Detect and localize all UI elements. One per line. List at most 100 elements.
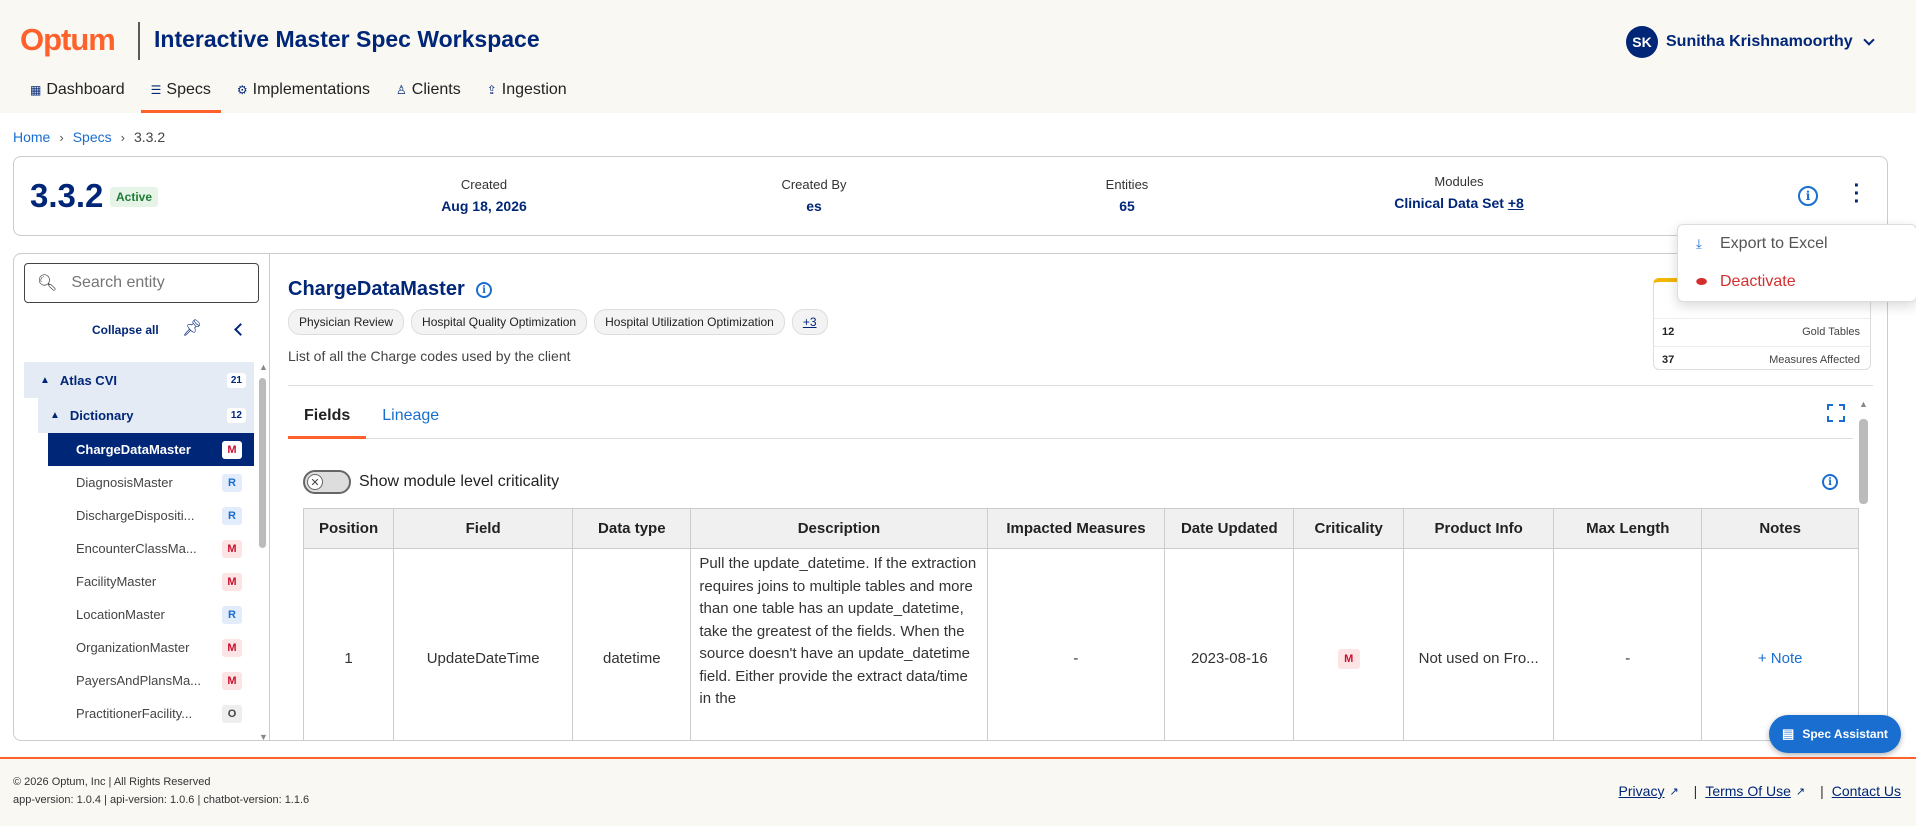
tree-item[interactable]: OrganizationMaster M — [24, 631, 254, 664]
menu-item-label: Deactivate — [1720, 273, 1796, 290]
pin-icon[interactable]: 📌︎ — [182, 318, 202, 338]
version-info: app-version: 1.0.4 | api-version: 1.0.6 … — [13, 794, 310, 806]
meta-created: Created Aug 18, 2026 — [424, 177, 544, 214]
privacy-link[interactable]: Privacy — [1619, 783, 1665, 799]
tree-group-atlas-cvi[interactable]: ▲ Atlas CVI 21 — [24, 362, 254, 398]
scroll-up-icon[interactable]: ▲ — [1859, 399, 1868, 409]
meta-label: Created By — [781, 177, 847, 192]
breadcrumb-home[interactable]: Home — [13, 129, 50, 145]
logo-divider — [138, 22, 140, 60]
tree-subgroup-dictionary[interactable]: ▲ Dictionary 12 — [38, 398, 254, 433]
stat-label: Measures Affected — [1769, 354, 1860, 366]
nav-dashboard[interactable]: ▦ Dashboard — [20, 78, 135, 113]
optum-logo[interactable]: Optum — [20, 22, 116, 58]
search-input[interactable] — [71, 274, 242, 292]
criticality-toggle[interactable]: ✕ — [303, 470, 351, 494]
cell-impacted-measures: - — [986, 548, 1166, 740]
tree-item[interactable]: PayersAndPlansMa... M — [24, 664, 254, 697]
separator: | — [1820, 783, 1824, 799]
scroll-down-icon[interactable]: ▼ — [259, 732, 268, 740]
sidebar-scrollbar[interactable]: ▲ ▼ — [259, 362, 268, 740]
tree-item[interactable]: FacilityMaster M — [24, 565, 254, 598]
count-badge: 12 — [226, 408, 246, 423]
modules-value: Clinical Data Set — [1394, 195, 1504, 211]
toggle-label: Show module level criticality — [359, 473, 560, 490]
stat-value: 12 — [1662, 326, 1675, 338]
contact-link[interactable]: Contact Us — [1832, 783, 1901, 799]
info-icon[interactable]: i — [476, 282, 492, 298]
download-icon: ⤓ — [1696, 236, 1702, 251]
nav-clients[interactable]: ♙ Clients — [386, 78, 471, 113]
meta-label: Entities — [1105, 177, 1149, 192]
chat-icon: ▤ — [1782, 726, 1795, 741]
nav-label: Clients — [411, 81, 461, 98]
caret-up-icon: ▲ — [40, 374, 50, 386]
user-menu[interactable]: SK Sunitha Krishnamoorthy — [1626, 26, 1875, 58]
info-icon[interactable]: i — [1798, 186, 1818, 206]
tab-fields[interactable]: Fields — [288, 406, 367, 439]
nav-specs[interactable]: ☰ Specs — [140, 78, 222, 113]
criticality-badge: R — [222, 506, 242, 525]
cell-date-updated: 2023-08-16 — [1164, 548, 1295, 740]
tree-item[interactable]: LocationMaster R — [24, 598, 254, 631]
nav-implementations[interactable]: ⚙ Implementations — [227, 78, 380, 113]
expand-fullscreen-icon[interactable] — [1827, 404, 1845, 422]
stat-value: 37 — [1662, 354, 1675, 366]
footer: © 2026 Optum, Inc | All Rights Reserved … — [0, 759, 1916, 826]
table-header-row: Position Field Data type Description Imp… — [303, 508, 1859, 549]
tree-item[interactable]: ChargeDataMaster M — [48, 433, 254, 466]
criticality-badge: M — [222, 572, 242, 591]
column-header[interactable]: Date Updated — [1164, 508, 1295, 549]
cell-description: Pull the update_datetime. If the extract… — [690, 548, 988, 740]
nav-label: Dashboard — [46, 81, 125, 98]
terms-link[interactable]: Terms Of Use — [1705, 783, 1791, 799]
nav-ingestion[interactable]: ⇪ Ingestion — [477, 78, 577, 113]
cell-notes: + Note — [1701, 548, 1859, 740]
more-vertical-icon[interactable]: · · · — [1852, 176, 1862, 212]
criticality-badge: M — [222, 671, 242, 690]
collapse-all-button[interactable]: Collapse all — [92, 323, 159, 337]
avatar: SK — [1626, 26, 1658, 58]
fields-table-container: Position Field Data type Description Imp… — [303, 508, 1859, 740]
add-note-button[interactable]: + Note — [1758, 650, 1803, 667]
tree-item-label: FacilityMaster — [76, 574, 157, 589]
cell-datatype: datetime — [572, 548, 692, 740]
column-header[interactable]: Position — [303, 508, 395, 549]
criticality-badge: M — [222, 539, 242, 558]
chevron-right-icon: › — [59, 129, 64, 145]
tab-lineage[interactable]: Lineage — [366, 406, 455, 439]
tree-item-label: OrganizationMaster — [76, 640, 190, 655]
tree-item-label: PayersAndPlansMa... — [76, 673, 202, 688]
column-header[interactable]: Field — [393, 508, 574, 549]
tree-item[interactable]: PractitionerFacility... O — [24, 697, 254, 730]
meta-value: es — [806, 198, 822, 214]
column-header[interactable]: Description — [690, 508, 988, 549]
tree-item-label: EncounterClassMa... — [76, 541, 197, 556]
column-header[interactable]: Criticality — [1293, 508, 1405, 549]
more-tags-button[interactable]: +3 — [791, 309, 828, 335]
menu-deactivate[interactable]: ⬬ Deactivate — [1696, 273, 1796, 291]
scrollbar-thumb[interactable] — [1859, 419, 1868, 504]
column-header[interactable]: Data type — [572, 508, 692, 549]
tree-item[interactable]: EncounterClassMa... M — [24, 532, 254, 565]
column-header[interactable]: Product Info — [1403, 508, 1555, 549]
collapse-panel-icon[interactable] — [234, 323, 247, 336]
search-box[interactable]: 🔍︎ — [24, 263, 259, 303]
scrollbar-thumb[interactable] — [259, 378, 266, 548]
module-tag: Hospital Quality Optimization — [411, 309, 588, 335]
column-header[interactable]: Notes — [1701, 508, 1859, 549]
column-header[interactable]: Impacted Measures — [986, 508, 1166, 549]
column-header[interactable]: Max Length — [1553, 508, 1703, 549]
scroll-up-icon[interactable]: ▲ — [259, 362, 268, 372]
breadcrumb-specs[interactable]: Specs — [73, 129, 112, 145]
content-scrollbar[interactable]: ▲ — [1859, 399, 1868, 739]
top-header: Optum Interactive Master Spec Workspace … — [0, 0, 1916, 113]
meta-label: Created — [460, 177, 508, 192]
entity-sidebar: 🔍︎ Collapse all 📌︎ ▲ Atlas CVI 21 ▲ Dict… — [13, 253, 270, 741]
modules-more-link[interactable]: +8 — [1508, 195, 1524, 211]
spec-assistant-button[interactable]: ▤ Spec Assistant — [1769, 715, 1901, 753]
tree-item[interactable]: DiagnosisMaster R — [24, 466, 254, 499]
tree-item[interactable]: DischargeDispositi... R — [24, 499, 254, 532]
menu-export-excel[interactable]: ⤓ Export to Excel — [1696, 235, 1828, 253]
info-icon[interactable]: i — [1822, 474, 1838, 490]
